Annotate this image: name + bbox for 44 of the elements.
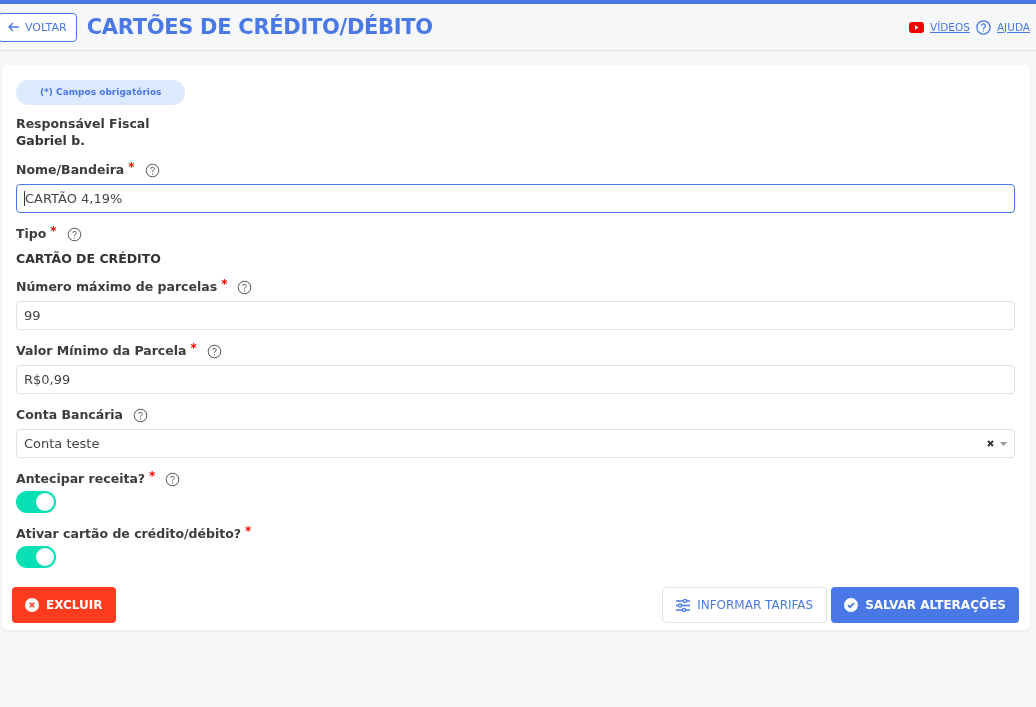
videos-link[interactable]: VÍDEOS — [930, 21, 970, 33]
required-mark: * — [190, 342, 197, 354]
field-label: Responsável Fiscal — [16, 115, 150, 132]
field-label: Antecipar receita? — [16, 470, 146, 487]
check-circle-icon — [844, 598, 859, 612]
required-mark: * — [50, 225, 57, 237]
field-label: Valor Mínimo da Parcela — [16, 342, 187, 359]
required-mark: * — [128, 161, 135, 173]
arrow-left-icon — [8, 22, 20, 32]
help-icon[interactable] — [165, 472, 181, 487]
page-title: CARTÕES DE CRÉDITO/DÉBITO — [86, 15, 433, 39]
field-label: Número máximo de parcelas — [16, 278, 218, 295]
field-label: Tipo — [16, 225, 47, 242]
select-field[interactable]: Conta teste — [16, 429, 1015, 458]
field-label: Nome/Bandeira — [16, 161, 125, 178]
required-mark: * — [245, 525, 252, 537]
help-icon[interactable] — [206, 344, 222, 359]
required-mark: * — [149, 470, 156, 482]
field-label: Conta Bancária — [16, 406, 123, 423]
delete-button[interactable]: EXCLUIR — [12, 587, 116, 623]
help-icon[interactable] — [66, 227, 82, 242]
help-link[interactable]: AJUDA — [996, 21, 1030, 33]
video-play-icon — [909, 21, 924, 33]
save-button[interactable]: SALVAR ALTERAÇÕES — [831, 587, 1019, 623]
toggle-switch[interactable] — [16, 546, 56, 568]
help-icon[interactable] — [144, 163, 160, 178]
field-value: Gabriel b. — [16, 133, 86, 148]
help-icon[interactable] — [133, 408, 148, 423]
close-circle-icon — [25, 598, 39, 612]
input-field[interactable]: 99 — [16, 301, 1015, 330]
help-icon[interactable] — [237, 280, 253, 295]
help-icon — [975, 19, 991, 35]
back-button[interactable]: VOLTAR — [0, 12, 77, 42]
input-field[interactable]: R$0,99 — [16, 365, 1015, 394]
field-label: Ativar cartão de crédito/débito? — [16, 525, 242, 542]
required-mark: * — [221, 278, 228, 290]
clear-icon[interactable] — [987, 440, 994, 447]
caret-down-icon[interactable] — [1000, 441, 1007, 446]
fees-button[interactable]: INFORMAR TARIFAS — [662, 587, 828, 623]
sliders-icon — [676, 598, 691, 612]
field-value: CARTÃO DE CRÉDITO — [16, 251, 162, 266]
toggle-switch[interactable] — [16, 491, 56, 513]
required-fields-badge: (*) Campos obrigatórios — [16, 80, 186, 105]
input-field[interactable]: CARTÃO 4,19% — [16, 184, 1015, 213]
